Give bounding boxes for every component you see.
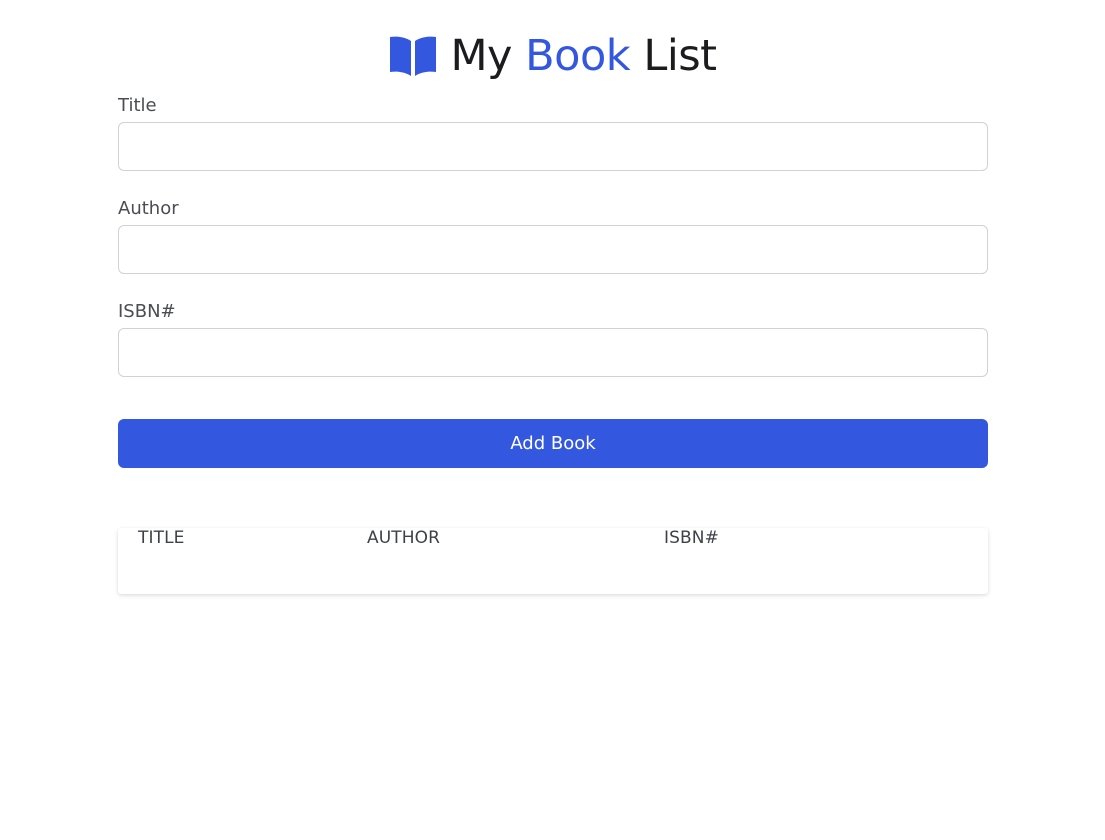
isbn-input[interactable] [118, 328, 988, 377]
table-header-row: TITLE AUTHOR ISBN# [118, 528, 988, 548]
author-field-group: Author [118, 197, 988, 274]
author-label: Author [118, 198, 179, 219]
column-header-isbn: ISBN# [664, 528, 719, 548]
author-input[interactable] [118, 225, 988, 274]
page-header: My Book List [0, 28, 1105, 84]
add-book-form: Title Author ISBN# [118, 94, 988, 403]
book-table: TITLE AUTHOR ISBN# [118, 528, 988, 594]
title-label: Title [118, 95, 157, 116]
add-book-button[interactable]: Add Book [118, 419, 988, 468]
book-list-table: TITLE AUTHOR ISBN# [118, 528, 988, 594]
title-input[interactable] [118, 122, 988, 171]
title-field-group: Title [118, 94, 988, 171]
title-suffix: List [643, 31, 717, 81]
column-header-author: AUTHOR [367, 528, 441, 548]
isbn-label: ISBN# [118, 301, 176, 322]
title-prefix: My [450, 31, 512, 81]
isbn-field-group: ISBN# [118, 300, 988, 377]
column-header-title: TITLE [138, 528, 185, 548]
book-open-icon [388, 34, 438, 78]
page-title: My Book List [450, 28, 717, 84]
book-list-body [118, 548, 988, 594]
title-accent: Book [525, 31, 631, 81]
